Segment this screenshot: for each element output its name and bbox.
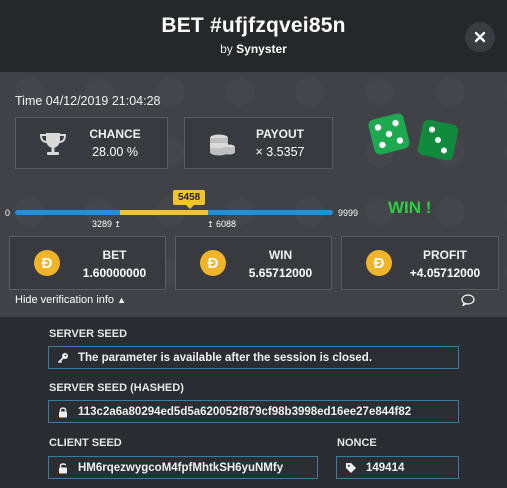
dogecoin-icon: Ð — [200, 250, 226, 276]
result-text: WIN ! — [388, 198, 432, 217]
dice-icon-second — [417, 119, 459, 161]
bet-title: BET #ufjfzqvei85n — [161, 14, 346, 37]
client-seed-value: HM6rqezwygcoM4fpfMhtkSH6yuNMfy — [78, 462, 284, 474]
payout-value: × 3.5357 — [255, 145, 305, 159]
range-low-value: 3289 — [92, 219, 113, 229]
close-icon — [474, 31, 486, 43]
chance-label: CHANCE — [89, 127, 141, 141]
profit-value: +4.05712000 — [409, 266, 481, 280]
slider-max-label: 9999 — [338, 208, 359, 218]
nonce-label: NONCE — [337, 437, 377, 449]
chance-box: CHANCE 28.00 % — [15, 117, 168, 169]
key-icon — [57, 353, 68, 364]
bet-time: Time 04/12/2019 21:04:28 — [15, 94, 161, 108]
lock-icon — [59, 407, 67, 418]
client-seed-field[interactable]: HM6rqezwygcoM4fpfMhtkSH6yuNMfy — [48, 456, 318, 479]
chat-icon[interactable] — [461, 294, 475, 306]
win-box: Ð WIN 5.65712000 — [175, 236, 332, 290]
win-label: WIN — [268, 248, 293, 262]
unlock-icon — [59, 463, 67, 474]
profit-box: Ð PROFIT +4.05712000 — [341, 236, 499, 290]
dogecoin-icon: Ð — [34, 250, 60, 276]
hide-verification-toggle[interactable]: Hide verification info ▲ — [15, 294, 126, 306]
payout-box: PAYOUT × 3.5357 — [184, 117, 333, 169]
client-seed-label: CLIENT SEED — [49, 437, 122, 449]
profit-label: PROFIT — [423, 248, 467, 262]
dogecoin-icon: Ð — [366, 250, 392, 276]
by-prefix: by — [220, 42, 233, 56]
trophy-icon — [39, 133, 67, 155]
bet-author: by Synyster — [0, 42, 507, 56]
chevron-up-icon: ▲ — [117, 295, 127, 305]
hide-verification-label: Hide verification info — [15, 294, 115, 306]
modal-header: BET #ufjfzqvei85n by Synyster — [0, 0, 507, 72]
server-seed-value: The parameter is available after the ses… — [78, 352, 373, 364]
range-low-arrow-icon: ↥ — [112, 220, 121, 229]
range-low-label: 3289 ↥ — [92, 219, 121, 229]
win-value: 5.65712000 — [248, 266, 313, 280]
nonce-field[interactable]: 149414 — [336, 456, 459, 479]
result-marker: 5458 — [173, 190, 206, 209]
server-seed-hashed-label: SERVER SEED (HASHED) — [49, 382, 184, 394]
bet-box: Ð BET 1.60000000 — [9, 236, 166, 290]
bet-label: BET — [102, 248, 127, 262]
server-seed-hashed-field[interactable]: 113c2a6a80294ed5d5a620052f879cf98b3998ed… — [48, 400, 459, 423]
range-high-arrow-icon: ↥ — [207, 220, 216, 229]
server-seed-hashed-value: 113c2a6a80294ed5d5a620052f879cf98b3998ed… — [78, 406, 412, 418]
server-seed-label: SERVER SEED — [49, 328, 128, 340]
payout-label: PAYOUT — [255, 127, 304, 141]
nonce-value: 149414 — [366, 462, 405, 474]
range-high-label: ↥ 6088 — [207, 219, 236, 229]
bet-value: 1.60000000 — [82, 266, 147, 280]
tag-icon — [346, 463, 356, 473]
range-high-value: 6088 — [215, 219, 236, 229]
close-button[interactable] — [465, 22, 495, 52]
chance-value: 28.00 % — [92, 145, 138, 159]
author-name[interactable]: Synyster — [236, 42, 287, 56]
slider-min-label: 0 — [5, 208, 11, 218]
coins-stack-icon — [210, 134, 235, 156]
server-seed-field[interactable]: The parameter is available after the ses… — [48, 346, 459, 369]
slider-win-range — [120, 210, 208, 215]
